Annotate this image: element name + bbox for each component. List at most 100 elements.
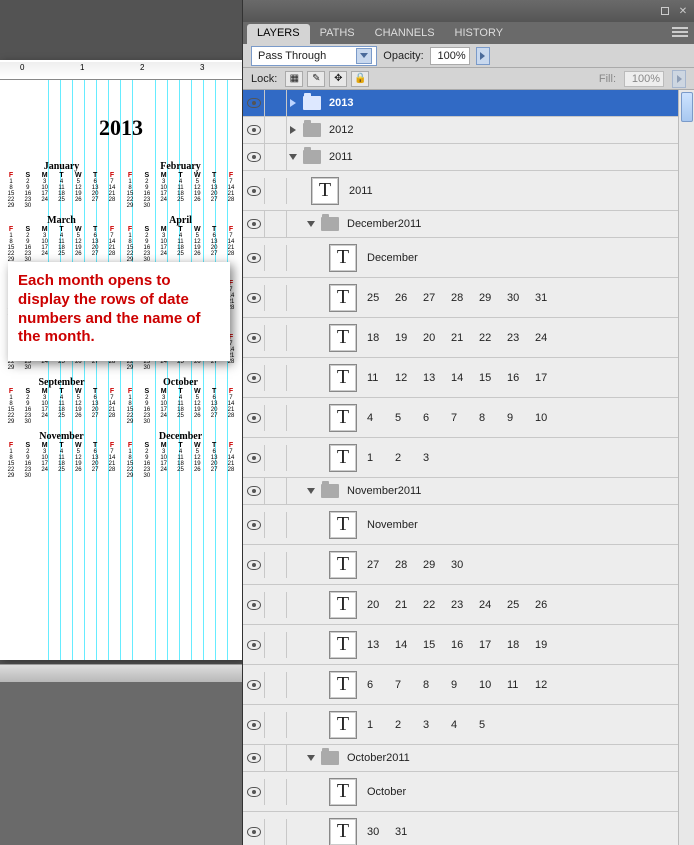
lock-transparency-icon[interactable]: ▦ — [285, 71, 303, 87]
visibility-toggle[interactable] — [243, 779, 265, 805]
lock-position-icon[interactable]: ✥ — [329, 71, 347, 87]
layer-name[interactable]: December — [363, 252, 418, 264]
layer-name[interactable]: 18192021222324 — [363, 332, 563, 344]
layer-row[interactable]: 2011 — [243, 144, 694, 171]
layer-list[interactable]: 2013 2012 2011 T2011 December2011 TDecember T2… — [243, 90, 694, 845]
layer-name[interactable]: 27282930 — [363, 559, 479, 571]
layer-name[interactable]: 13141516171819 — [363, 639, 563, 651]
visibility-toggle[interactable] — [243, 445, 265, 471]
scrollbar-thumb[interactable] — [681, 92, 693, 122]
link-column[interactable] — [265, 211, 287, 237]
fill-input[interactable]: 100% — [624, 71, 664, 87]
layer-row[interactable]: T123 — [243, 438, 694, 478]
layer-name[interactable]: 2011 — [325, 151, 353, 163]
layer-name[interactable]: 45678910 — [363, 412, 563, 424]
layer-row[interactable]: T3031 — [243, 812, 694, 845]
visibility-toggle[interactable] — [243, 552, 265, 578]
document-statusbar[interactable] — [0, 664, 242, 682]
collapse-toggle-icon[interactable] — [287, 154, 299, 160]
layer-row[interactable]: November2011 — [243, 478, 694, 505]
link-column[interactable] — [265, 745, 287, 771]
layer-name[interactable]: 25262728293031 — [363, 292, 563, 304]
layer-row[interactable]: T12345 — [243, 705, 694, 745]
layer-row[interactable]: October2011 — [243, 745, 694, 772]
layer-row[interactable]: T13141516171819 — [243, 625, 694, 665]
layer-name[interactable]: 11121314151617 — [363, 372, 563, 384]
layer-row[interactable]: TDecember — [243, 238, 694, 278]
layer-row[interactable]: 2013 — [243, 90, 694, 117]
layer-name[interactable]: 6789101112 — [363, 679, 563, 691]
horizontal-ruler[interactable]: 0 1 2 3 — [0, 62, 242, 80]
blend-mode-dropdown[interactable]: Pass Through — [251, 46, 377, 66]
fill-slider-button[interactable] — [672, 70, 686, 88]
link-column[interactable] — [265, 285, 287, 311]
visibility-toggle[interactable] — [243, 325, 265, 351]
link-column[interactable] — [265, 819, 287, 845]
visibility-toggle[interactable] — [243, 245, 265, 271]
link-column[interactable] — [265, 712, 287, 738]
opacity-slider-button[interactable] — [476, 47, 490, 65]
tab-layers[interactable]: LAYERS — [247, 24, 310, 44]
dropdown-arrow-icon[interactable] — [356, 48, 372, 64]
layer-row[interactable]: T2011 — [243, 171, 694, 211]
layer-row[interactable]: TOctober — [243, 772, 694, 812]
close-panel-icon[interactable]: ✕ — [676, 4, 690, 18]
link-column[interactable] — [265, 405, 287, 431]
visibility-toggle[interactable] — [243, 117, 265, 143]
panel-titlebar[interactable]: ✕ — [243, 0, 694, 22]
visibility-toggle[interactable] — [243, 285, 265, 311]
panel-menu-icon[interactable] — [672, 25, 688, 39]
layer-row[interactable]: December2011 — [243, 211, 694, 238]
layer-row[interactable]: T11121314151617 — [243, 358, 694, 398]
link-column[interactable] — [265, 117, 287, 143]
visibility-toggle[interactable] — [243, 365, 265, 391]
link-column[interactable] — [265, 245, 287, 271]
link-column[interactable] — [265, 478, 287, 504]
layer-name[interactable]: 2013 — [325, 97, 353, 109]
visibility-toggle[interactable] — [243, 592, 265, 618]
link-column[interactable] — [265, 178, 287, 204]
tab-history[interactable]: HISTORY — [445, 24, 514, 44]
visibility-toggle[interactable] — [243, 405, 265, 431]
layer-name[interactable]: December2011 — [343, 218, 421, 230]
layer-name[interactable]: October — [363, 786, 406, 798]
layer-name[interactable]: 123 — [363, 452, 451, 464]
layer-name[interactable]: 12345 — [363, 719, 507, 731]
layer-name[interactable]: November2011 — [343, 485, 421, 497]
layer-name[interactable]: 20212223242526 — [363, 599, 563, 611]
link-column[interactable] — [265, 779, 287, 805]
collapse-toggle-icon[interactable] — [305, 221, 317, 227]
link-column[interactable] — [265, 512, 287, 538]
collapse-toggle-icon[interactable] — [305, 488, 317, 494]
layers-scrollbar[interactable] — [678, 90, 694, 845]
layer-row[interactable]: T18192021222324 — [243, 318, 694, 358]
lock-all-icon[interactable]: 🔒 — [351, 71, 369, 87]
link-column[interactable] — [265, 672, 287, 698]
layer-row[interactable]: T6789101112 — [243, 665, 694, 705]
visibility-toggle[interactable] — [243, 512, 265, 538]
layer-row[interactable]: T27282930 — [243, 545, 694, 585]
visibility-toggle[interactable] — [243, 672, 265, 698]
layer-row[interactable]: 2012 — [243, 117, 694, 144]
layer-name[interactable]: October2011 — [343, 752, 410, 764]
visibility-toggle[interactable] — [243, 211, 265, 237]
lock-pixels-icon[interactable]: ✎ — [307, 71, 325, 87]
link-column[interactable] — [265, 365, 287, 391]
layer-name[interactable]: November — [363, 519, 418, 531]
layer-name[interactable]: 3031 — [363, 826, 423, 838]
document-canvas[interactable]: 0 1 2 3 2013 JanuaryFSMTWTF1234567891011… — [0, 0, 242, 845]
visibility-toggle[interactable] — [243, 819, 265, 845]
link-column[interactable] — [265, 592, 287, 618]
link-column[interactable] — [265, 144, 287, 170]
layer-row[interactable]: TNovember — [243, 505, 694, 545]
link-column[interactable] — [265, 632, 287, 658]
link-column[interactable] — [265, 90, 287, 116]
visibility-toggle[interactable] — [243, 178, 265, 204]
layer-row[interactable]: T45678910 — [243, 398, 694, 438]
link-column[interactable] — [265, 325, 287, 351]
visibility-toggle[interactable] — [243, 478, 265, 504]
expand-toggle-icon[interactable] — [287, 126, 299, 134]
layer-name[interactable]: 2012 — [325, 124, 353, 136]
visibility-toggle[interactable] — [243, 745, 265, 771]
tab-paths[interactable]: PATHS — [310, 24, 365, 44]
